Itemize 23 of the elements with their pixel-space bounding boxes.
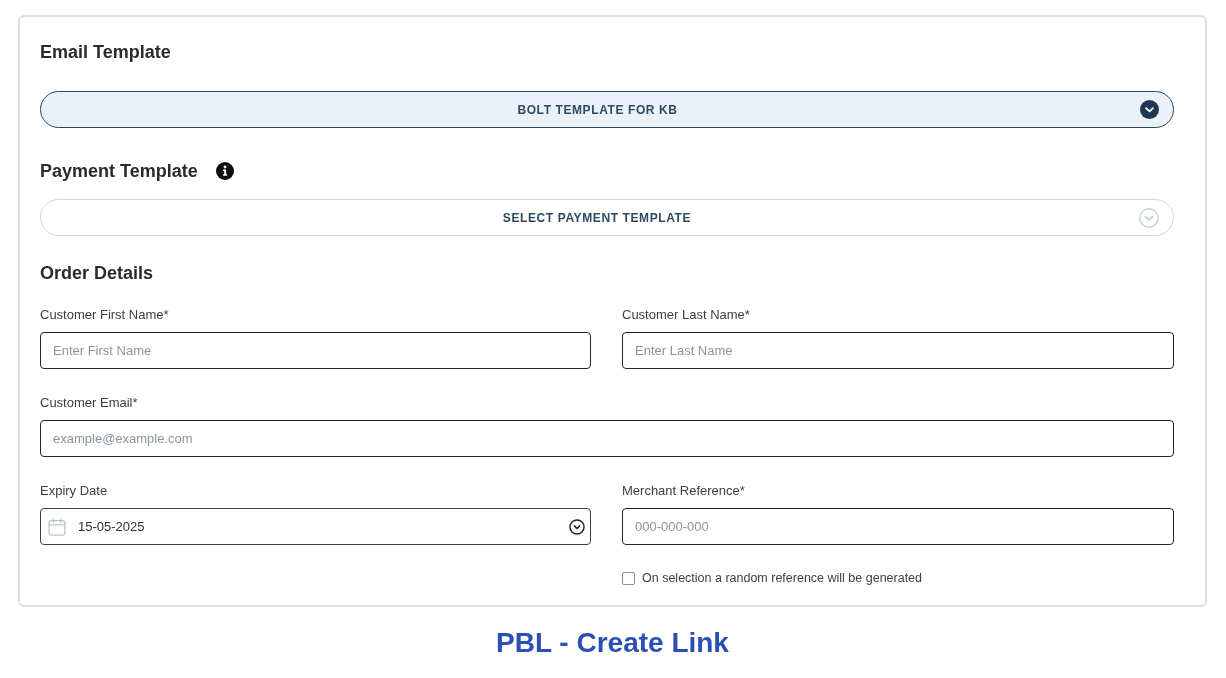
chevron-down-icon (1140, 100, 1159, 119)
text-input-field[interactable]: Enter Last Name (622, 332, 1174, 369)
field-label: Expiry Date (40, 483, 108, 499)
text-input-field[interactable]: Enter First Name (40, 332, 591, 369)
section-heading: Email Template (40, 41, 171, 63)
text-input-field[interactable]: 000-000-000 (622, 508, 1174, 545)
section-heading: Order Details (40, 262, 154, 284)
template-dropdown[interactable]: BOLT TEMPLATE FOR KB (40, 91, 1174, 128)
chevron-down-icon (1139, 207, 1159, 228)
checkbox-label: On selection a random reference will be generated (642, 570, 923, 586)
text-input-field[interactable]: example@example.com (40, 420, 1174, 457)
field-label: Customer Last Name* (622, 307, 750, 323)
template-dropdown[interactable]: SELECT PAYMENT TEMPLATE (40, 199, 1174, 236)
chevron-down-icon (569, 518, 585, 535)
calendar-icon (48, 517, 66, 536)
field-label: Customer Email* (40, 395, 138, 411)
section-heading: Payment Template (40, 160, 198, 182)
date-picker-field[interactable]: 15-05-2025 (40, 508, 591, 545)
checkbox[interactable] (622, 571, 635, 585)
field-label: Customer First Name* (40, 307, 169, 323)
info-icon[interactable] (215, 162, 234, 180)
field-label: Merchant Reference* (622, 483, 745, 499)
page-caption: PBL - Create Link (496, 627, 729, 659)
